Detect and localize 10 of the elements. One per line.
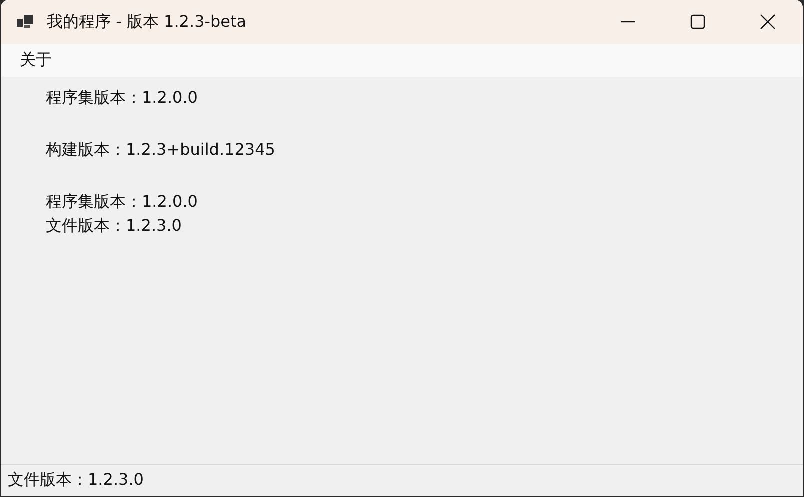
status-text: 文件版本：1.2.3.0 [8, 470, 144, 491]
menu-item[interactable]: 关于 [12, 48, 60, 73]
version-label: 构建版本：1.2.3+build.12345 [46, 139, 276, 161]
version-label: 程序集版本：1.2.0.0 [46, 87, 199, 109]
close-icon [760, 14, 776, 30]
window-title: 我的程序 - 版本 1.2.3-beta [47, 12, 247, 32]
version-label: 程序集版本：1.2.0.0 [46, 191, 199, 213]
version-label: 文件版本：1.2.3.0 [46, 215, 183, 237]
minimize-icon [621, 21, 635, 23]
maximize-icon [690, 14, 706, 30]
